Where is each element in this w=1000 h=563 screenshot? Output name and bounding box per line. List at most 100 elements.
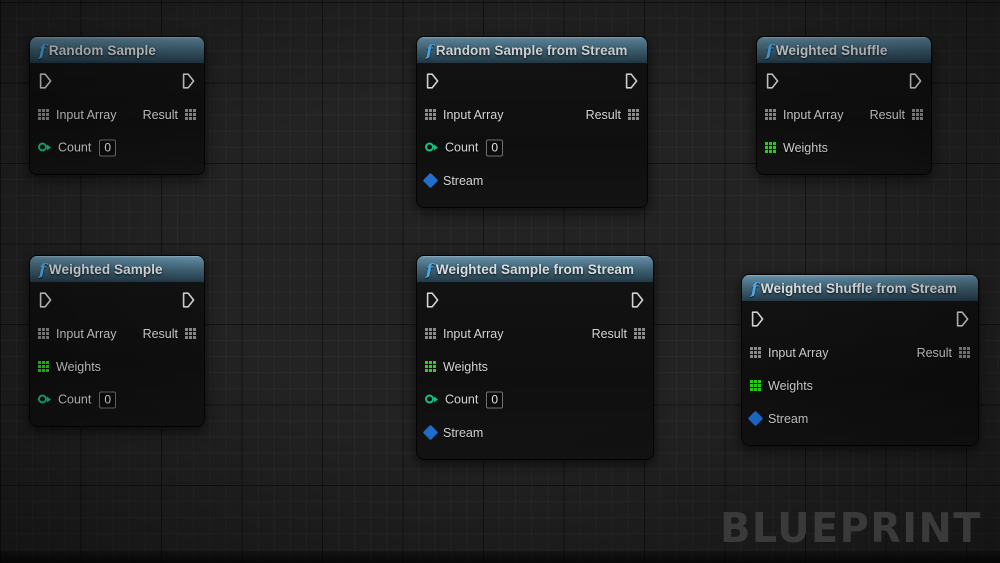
output-pin-result[interactable]: Result xyxy=(586,108,639,122)
diamond-icon[interactable] xyxy=(422,172,439,189)
diamond-icon[interactable] xyxy=(747,410,764,427)
input-pin-input-array[interactable]: Input Array xyxy=(38,108,116,122)
exec-pin-left[interactable] xyxy=(766,73,779,89)
pin-row: Stream xyxy=(417,164,647,197)
pin-row: Count 0 xyxy=(30,383,204,416)
array-grid-icon[interactable] xyxy=(185,109,196,120)
array-grid-icon[interactable] xyxy=(765,109,776,120)
pin-label: Stream xyxy=(768,411,809,426)
node-body: Input Array Result Weights xyxy=(757,64,931,174)
array-grid-icon[interactable] xyxy=(750,347,761,358)
function-icon: f xyxy=(426,259,433,279)
array-grid-icon[interactable] xyxy=(38,328,49,339)
node-title-label: Random Sample from Stream xyxy=(435,43,628,58)
array-grid-icon[interactable] xyxy=(185,328,196,339)
input-pin-count[interactable]: Count 0 xyxy=(425,391,504,408)
array-grid-icon[interactable] xyxy=(750,380,761,391)
blueprint-node-weighted-sample-from-stream[interactable]: f Weighted Sample from Stream Input Array R… xyxy=(417,256,653,459)
blueprint-node-weighted-shuffle-from-stream[interactable]: f Weighted Shuffle from Stream Input Array… xyxy=(742,275,978,445)
output-pin-result[interactable]: Result xyxy=(592,327,645,341)
array-grid-icon[interactable] xyxy=(425,361,436,372)
input-pin-count[interactable]: Count 0 xyxy=(38,139,117,156)
array-grid-icon[interactable] xyxy=(38,361,49,372)
node-title-bar[interactable]: f Weighted Shuffle from Stream xyxy=(742,275,978,302)
exec-pin-left[interactable] xyxy=(426,73,439,89)
array-grid-icon[interactable] xyxy=(425,328,436,339)
input-pin-weights[interactable]: Weights xyxy=(765,141,828,155)
exec-pin-right[interactable] xyxy=(956,311,969,327)
function-icon: f xyxy=(39,40,46,60)
array-grid-icon[interactable] xyxy=(765,142,776,153)
exec-pin-left[interactable] xyxy=(39,73,52,89)
output-pin-result[interactable]: Result xyxy=(143,327,196,341)
exec-pin-row xyxy=(417,283,653,317)
input-pin-count[interactable]: Count 0 xyxy=(425,139,504,156)
input-pin-count[interactable]: Count 0 xyxy=(38,391,117,408)
pin-label: Input Array xyxy=(443,107,504,122)
node-title-bar[interactable]: f Weighted Sample from Stream xyxy=(417,256,653,283)
pin-label: Count xyxy=(58,140,92,155)
exec-pin-row xyxy=(757,64,931,98)
pin-label: Weights xyxy=(783,140,828,155)
blueprint-node-random-sample[interactable]: f Random Sample Input Array Result Count 0 xyxy=(30,37,204,174)
node-body: Input Array Result Count 0 xyxy=(30,64,204,174)
input-pin-input-array[interactable]: Input Array xyxy=(425,327,503,341)
input-pin-input-array[interactable]: Input Array xyxy=(765,108,843,122)
exec-pin-right[interactable] xyxy=(182,292,195,308)
node-body: Input Array Result Count 0 Stream xyxy=(417,64,647,207)
exec-pin-right[interactable] xyxy=(625,73,638,89)
exec-pin-right[interactable] xyxy=(909,73,922,89)
array-grid-icon[interactable] xyxy=(628,109,639,120)
input-pin-stream[interactable]: Stream xyxy=(747,410,809,427)
array-grid-icon[interactable] xyxy=(959,347,970,358)
node-title-label: Weighted Sample from Stream xyxy=(435,262,635,277)
blueprint-node-random-sample-from-stream[interactable]: f Random Sample from Stream Input Array Res… xyxy=(417,37,647,207)
pin-value-input[interactable]: 0 xyxy=(486,139,504,156)
exec-pin-right[interactable] xyxy=(631,292,644,308)
input-pin-input-array[interactable]: Input Array xyxy=(38,327,116,341)
array-grid-icon[interactable] xyxy=(425,109,436,120)
pin-row: Count 0 xyxy=(417,131,647,164)
exec-pin-left[interactable] xyxy=(751,311,764,327)
pin-row: Input Array Result xyxy=(30,317,204,350)
output-pin-result[interactable]: Result xyxy=(143,108,196,122)
circle-arrow-icon[interactable] xyxy=(425,142,438,153)
diamond-icon[interactable] xyxy=(422,424,439,441)
output-pin-result[interactable]: Result xyxy=(917,346,970,360)
blueprint-node-weighted-sample[interactable]: f Weighted Sample Input Array Result Weights… xyxy=(30,256,204,426)
blueprint-watermark: BLUEPRINT xyxy=(720,504,982,552)
exec-pin-left[interactable] xyxy=(39,292,52,308)
pin-value-input[interactable]: 0 xyxy=(99,139,117,156)
node-title-bar[interactable]: f Random Sample from Stream xyxy=(417,37,647,64)
array-grid-icon[interactable] xyxy=(634,328,645,339)
exec-pin-right[interactable] xyxy=(182,73,195,89)
circle-arrow-icon[interactable] xyxy=(425,394,438,405)
input-pin-weights[interactable]: Weights xyxy=(425,360,488,374)
input-pin-stream[interactable]: Stream xyxy=(422,424,483,441)
output-pin-result[interactable]: Result xyxy=(870,108,923,122)
node-title-bar[interactable]: f Weighted Sample xyxy=(30,256,204,283)
input-pin-input-array[interactable]: Input Array xyxy=(425,108,503,122)
input-pin-stream[interactable]: Stream xyxy=(422,172,483,189)
blueprint-graph-canvas[interactable]: f Random Sample Input Array Result Count 0 f Ra… xyxy=(0,0,1000,563)
input-pin-weights[interactable]: Weights xyxy=(750,379,813,393)
pin-value-input[interactable]: 0 xyxy=(99,391,117,408)
pin-label: Count xyxy=(445,392,479,407)
blueprint-node-weighted-shuffle[interactable]: f Weighted Shuffle Input Array Result Weight… xyxy=(757,37,931,174)
circle-arrow-icon[interactable] xyxy=(38,142,51,153)
input-pin-weights[interactable]: Weights xyxy=(38,360,101,374)
pin-value-input[interactable]: 0 xyxy=(486,391,504,408)
circle-arrow-icon[interactable] xyxy=(38,394,51,405)
node-title-bar[interactable]: f Random Sample xyxy=(30,37,204,64)
node-title-label: Weighted Sample xyxy=(48,262,163,277)
array-grid-icon[interactable] xyxy=(38,109,49,120)
array-grid-icon[interactable] xyxy=(912,109,923,120)
pin-label: Input Array xyxy=(56,326,117,341)
pin-label: Weights xyxy=(443,359,488,374)
node-title-label: Random Sample xyxy=(48,43,156,58)
exec-pin-left[interactable] xyxy=(426,292,439,308)
node-title-bar[interactable]: f Weighted Shuffle xyxy=(757,37,931,64)
input-pin-input-array[interactable]: Input Array xyxy=(750,346,828,360)
pin-label: Result xyxy=(591,326,627,341)
canvas-bottom-shade xyxy=(0,551,1000,563)
